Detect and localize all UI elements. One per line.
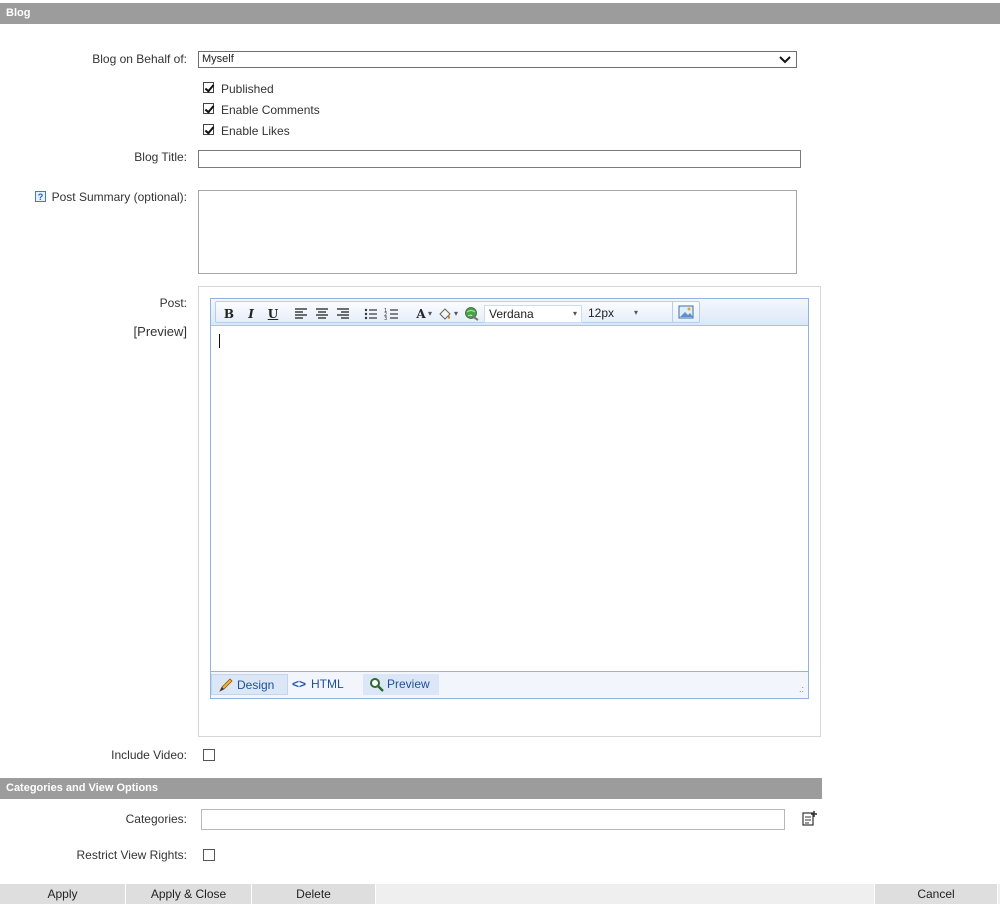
categories-input[interactable]	[201, 809, 785, 830]
font-name-value: Verdana	[489, 307, 534, 321]
include-video-checkbox[interactable]	[203, 749, 215, 761]
pencil-icon	[219, 678, 233, 692]
preview-link[interactable]: [Preview]	[0, 324, 187, 339]
align-right-icon[interactable]	[334, 306, 352, 322]
categories-label: Categories:	[125, 812, 187, 826]
behalf-select[interactable]: Myself	[198, 51, 797, 68]
insert-image-icon[interactable]	[677, 304, 695, 320]
post-label: Post:	[159, 296, 187, 310]
editor-mode-bar: Design <> HTML Preview .:	[211, 672, 808, 698]
blog-section-header: Blog	[0, 3, 1000, 24]
question-icon[interactable]: ?	[35, 191, 46, 202]
chevron-down-icon	[779, 56, 791, 64]
post-editor-container: B I U 123 A ▾ ▾ Verdana ▾ 12px ▾ Design …	[198, 286, 821, 737]
post-content-area[interactable]	[211, 326, 808, 672]
font-name-select[interactable]: Verdana ▾	[484, 305, 582, 323]
blog-title-input[interactable]	[198, 150, 801, 168]
font-color-dropdown-icon[interactable]: ▾	[426, 306, 434, 322]
bold-button[interactable]: B	[220, 306, 238, 322]
restrict-view-label: Restrict View Rights:	[76, 848, 187, 862]
enable-likes-checkbox[interactable]	[203, 124, 214, 135]
cancel-button[interactable]: Cancel	[874, 884, 998, 904]
enable-comments-label: Enable Comments	[221, 103, 320, 117]
blog-title-label: Blog Title:	[134, 150, 187, 164]
post-summary-textarea[interactable]	[198, 190, 797, 274]
include-video-label: Include Video:	[111, 748, 187, 762]
delete-button[interactable]: Delete	[252, 884, 376, 904]
apply-button[interactable]: Apply	[0, 884, 126, 904]
preview-mode-tab[interactable]: Preview	[363, 674, 439, 695]
categories-section-header: Categories and View Options	[0, 778, 822, 799]
numbered-list-icon[interactable]: 123	[383, 306, 401, 322]
bullet-list-icon[interactable]	[362, 306, 380, 322]
published-label: Published	[221, 82, 274, 96]
code-brackets-icon: <>	[292, 677, 307, 691]
italic-button[interactable]: I	[242, 306, 260, 322]
link-globe-icon[interactable]	[462, 306, 480, 322]
post-editor: B I U 123 A ▾ ▾ Verdana ▾ 12px ▾ Design …	[210, 298, 809, 699]
magnifier-icon	[370, 678, 384, 692]
behalf-select-value: Myself	[202, 53, 234, 65]
font-size-dropdown-icon: ▾	[633, 308, 638, 317]
enable-likes-label: Enable Likes	[221, 124, 290, 138]
text-caret	[219, 334, 220, 348]
behalf-label: Blog on Behalf of:	[92, 52, 187, 66]
published-checkbox[interactable]	[203, 82, 214, 93]
notepad-add-icon[interactable]	[801, 810, 818, 826]
enable-comments-checkbox[interactable]	[203, 103, 214, 114]
design-mode-tab[interactable]: Design	[211, 674, 288, 695]
font-name-dropdown-icon: ▾	[572, 309, 577, 318]
preview-mode-label: Preview	[387, 677, 430, 691]
svg-text:3: 3	[384, 316, 387, 322]
toolbar-image-group	[672, 301, 700, 323]
editor-toolbar: B I U 123 A ▾ ▾ Verdana ▾ 12px ▾	[211, 299, 808, 326]
font-size-select[interactable]: 12px ▾	[584, 305, 642, 323]
restrict-view-checkbox[interactable]	[203, 849, 215, 861]
align-center-icon[interactable]	[313, 306, 331, 322]
post-summary-label: Post Summary (optional):	[51, 190, 187, 204]
design-mode-label: Design	[237, 678, 275, 692]
bg-color-dropdown-icon[interactable]: ▾	[452, 306, 460, 322]
apply-close-button[interactable]: Apply & Close	[126, 884, 252, 904]
html-mode-tab[interactable]: <> HTML	[291, 674, 361, 695]
html-mode-label: HTML	[311, 677, 344, 691]
underline-button[interactable]: U	[264, 306, 282, 322]
action-bar: Apply Apply & Close Delete Cancel	[0, 884, 1000, 904]
toolbar-format-group: B I U 123 A ▾ ▾ Verdana ▾ 12px ▾	[215, 301, 699, 323]
align-left-icon[interactable]	[292, 306, 310, 322]
resize-grip-icon[interactable]: .:	[799, 685, 804, 694]
font-size-value: 12px	[588, 306, 615, 320]
